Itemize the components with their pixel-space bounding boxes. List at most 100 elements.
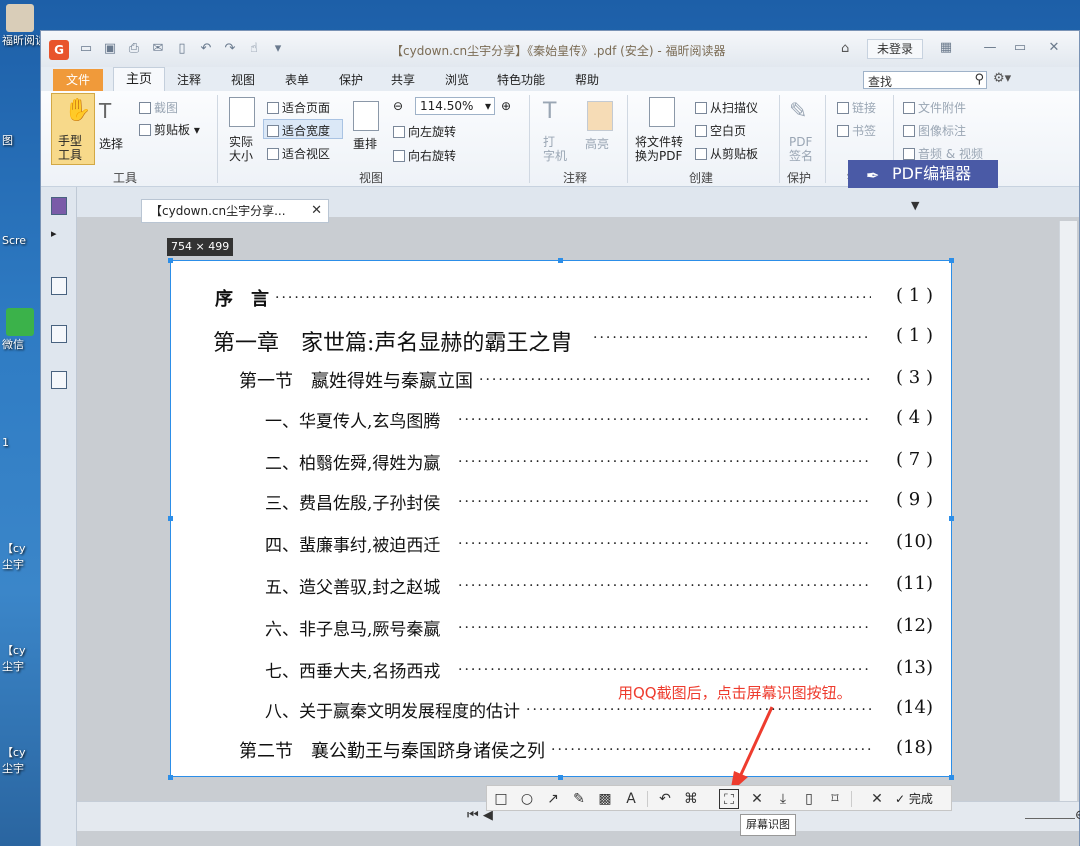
desktop-label: 【cy [2, 642, 26, 658]
app-logo-icon[interactable]: G [49, 40, 69, 60]
undo-icon[interactable]: ↶ [197, 41, 215, 57]
hand-icon[interactable]: ☝ [245, 41, 263, 57]
convert-pdf-button[interactable]: 将文件转 换为PDF [635, 135, 683, 163]
close-icon[interactable]: ✕ [311, 200, 322, 222]
select-button[interactable]: 选择 [99, 135, 123, 152]
screenshot-button[interactable]: 截图 [139, 99, 178, 116]
download-icon[interactable]: ⤓ [773, 789, 793, 809]
tab-browse[interactable]: 浏览 [445, 71, 469, 88]
tab-view[interactable]: 视图 [231, 71, 255, 88]
toc-row: 第一节 嬴姓得姓与秦嬴立国···························… [171, 367, 952, 399]
zoom-in-icon[interactable]: ⊕ [501, 99, 511, 113]
undo-icon[interactable]: ↶ [655, 789, 675, 809]
screen-recognition-icon[interactable]: ⛶ [719, 789, 739, 809]
clipboard-button[interactable]: 剪贴板 ▾ [139, 121, 200, 138]
panel-logo-icon[interactable] [51, 197, 67, 215]
translate-icon[interactable]: ⌘ [681, 789, 701, 809]
done-button[interactable]: ✓ 完成 [895, 790, 933, 807]
pdf-sign-button[interactable]: PDF 签名 [789, 135, 813, 163]
resize-handle[interactable] [949, 516, 954, 521]
pdf-editor-button[interactable]: ✒ PDF编辑器 [848, 160, 998, 188]
rotate-right-button[interactable]: 向右旋转 [393, 147, 456, 164]
tab-help[interactable]: 帮助 [575, 71, 599, 88]
notification-icon[interactable]: ⌂ [841, 41, 857, 57]
ribbon-tabs: 文件 主页 注释 视图 表单 保护 共享 浏览 特色功能 帮助 查找 ⚲ ⚙▾ [41, 67, 1079, 91]
comments-icon[interactable] [51, 371, 67, 389]
bookmark-icon[interactable]: ⌑ [825, 789, 845, 809]
blank-page-button[interactable]: 空白页 [695, 122, 746, 139]
tab-protect[interactable]: 保护 [339, 71, 363, 88]
vertical-scrollbar[interactable] [1059, 221, 1077, 821]
new-icon[interactable]: ▯ [173, 41, 191, 57]
chevron-down-icon[interactable]: ▼ [911, 199, 919, 212]
actual-size-button[interactable]: 实际 大小 [229, 135, 253, 163]
arrow-icon[interactable]: ↗ [543, 789, 563, 809]
resize-handle[interactable] [558, 775, 563, 780]
layers-icon[interactable] [51, 325, 67, 343]
pin-icon[interactable]: ✕ [747, 789, 767, 809]
typewriter-button[interactable]: 打 字机 [543, 135, 567, 163]
maximize-icon[interactable]: ▭ [1009, 39, 1031, 57]
layout-icon[interactable]: ▦ [935, 39, 957, 57]
tab-share[interactable]: 共享 [391, 71, 415, 88]
phone-icon[interactable]: ▯ [799, 789, 819, 809]
minimize-icon[interactable]: — [979, 39, 1001, 57]
from-scanner-button[interactable]: 从扫描仪 [695, 99, 758, 116]
zoom-in-icon[interactable]: ⊕ [1075, 808, 1080, 823]
zoom-select[interactable]: 114.50%▾ [415, 97, 495, 115]
pdf-editor-label: PDF编辑器 [892, 164, 971, 183]
pages-icon[interactable] [51, 277, 67, 295]
print-icon[interactable]: ⎙ [125, 41, 143, 57]
document-tab[interactable]: 【cydown.cn尘宇分享... ✕ [141, 199, 329, 223]
tab-features[interactable]: 特色功能 [497, 71, 545, 88]
rotate-left-button[interactable]: 向左旋转 [393, 123, 456, 140]
redo-icon[interactable]: ↷ [221, 41, 239, 57]
fit-view-button[interactable]: 适合视区 [267, 145, 330, 162]
login-button[interactable]: 未登录 [867, 39, 923, 59]
tab-file[interactable]: 文件 [53, 69, 103, 91]
pdf-reader-desktop-icon[interactable] [6, 4, 34, 32]
reflow-button[interactable]: 重排 [353, 135, 377, 152]
pencil-icon[interactable]: ✎ [569, 789, 589, 809]
resize-handle[interactable] [558, 258, 563, 263]
mosaic-icon[interactable]: ▩ [595, 789, 615, 809]
tab-home[interactable]: 主页 [113, 67, 165, 91]
from-clipboard-button[interactable]: 从剪贴板 [695, 145, 758, 162]
gear-icon[interactable]: ⚙▾ [993, 71, 1011, 86]
toc-page-number: ( 3 ) [896, 367, 933, 388]
highlight-button[interactable]: 高亮 [585, 135, 609, 152]
mail-icon[interactable]: ✉ [149, 41, 167, 57]
resize-handle[interactable] [168, 775, 173, 780]
rectangle-icon[interactable]: □ [491, 789, 511, 809]
fit-page-button[interactable]: 适合页面 [267, 99, 330, 116]
customize-icon[interactable]: ▾ [269, 41, 287, 57]
toc-title: 第二节 襄公勤王与秦国跻身诸侯之列 [239, 737, 545, 763]
fit-width-button[interactable]: 适合宽度 [267, 122, 330, 139]
resize-handle[interactable] [168, 516, 173, 521]
image-annotation-button[interactable]: 图像标注 [903, 122, 966, 139]
search-icon[interactable]: ⚲ [974, 72, 984, 87]
toc-page-number: (18) [896, 737, 933, 758]
zoom-out-icon[interactable]: ⊖ [393, 99, 403, 113]
close-icon[interactable]: ✕ [1043, 39, 1065, 57]
text-icon[interactable]: A [621, 789, 641, 809]
toc-title: 第一章 家世篇:声名显赫的霸王之胄 [213, 325, 572, 357]
capture-size-label: 754 × 499 [167, 238, 233, 256]
bookmark-button[interactable]: 书签 [837, 122, 876, 139]
file-attachment-button[interactable]: 文件附件 [903, 99, 966, 116]
link-button[interactable]: 链接 [837, 99, 876, 116]
expand-icon[interactable]: ▸ [51, 227, 67, 245]
ellipse-icon[interactable]: ○ [517, 789, 537, 809]
tab-form[interactable]: 表单 [285, 71, 309, 88]
hand-tool-button[interactable]: ✋ 手型 工具 [51, 93, 95, 165]
wechat-desktop-icon[interactable] [6, 308, 34, 336]
open-icon[interactable]: ▭ [77, 41, 95, 57]
tab-comment[interactable]: 注释 [177, 71, 201, 88]
zoom-slider[interactable] [1025, 818, 1075, 819]
resize-handle[interactable] [168, 258, 173, 263]
save-icon[interactable]: ▣ [101, 41, 119, 57]
resize-handle[interactable] [949, 258, 954, 263]
resize-handle[interactable] [949, 775, 954, 780]
search-input[interactable]: 查找 ⚲ [863, 71, 987, 89]
cancel-icon[interactable]: ✕ [867, 789, 887, 809]
